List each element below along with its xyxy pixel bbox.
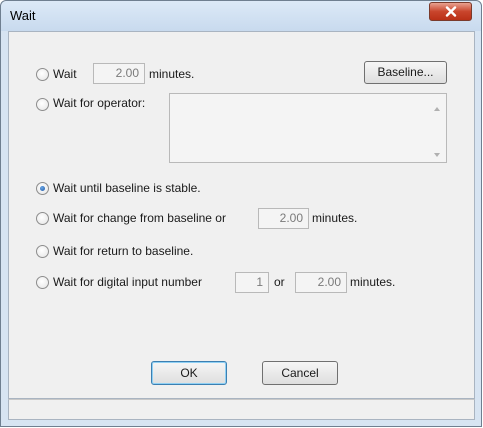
digital-or-label: or <box>274 275 285 289</box>
wait-operator-label: Wait for operator: <box>53 96 146 110</box>
ok-button[interactable]: OK <box>151 361 227 385</box>
close-icon <box>445 6 457 17</box>
wait-label: Wait <box>53 67 77 81</box>
scroll-down-arrow-icon[interactable] <box>434 153 440 157</box>
radio-wait-change[interactable] <box>36 212 49 225</box>
radio-wait-minutes[interactable] <box>36 68 49 81</box>
digital-minutes-input[interactable]: 2.00 <box>295 272 347 293</box>
scroll-up-arrow-icon[interactable] <box>434 107 440 111</box>
title-bar: Wait <box>1 1 481 31</box>
radio-wait-stable[interactable] <box>36 182 49 195</box>
wait-dialog: Wait Wait 2.00 minutes. Baseline... Wait… <box>0 0 482 427</box>
close-button[interactable] <box>429 2 472 21</box>
baseline-button[interactable]: Baseline... <box>364 61 447 84</box>
wait-minutes-input[interactable]: 2.00 <box>93 63 145 84</box>
wait-return-label: Wait for return to baseline. <box>53 244 194 258</box>
digital-input-number-field[interactable]: 1 <box>235 272 269 293</box>
wait-digital-label: Wait for digital input number <box>53 275 202 289</box>
digital-minutes-unit: minutes. <box>350 275 396 289</box>
radio-wait-digital[interactable] <box>36 276 49 289</box>
dialog-body: Wait 2.00 minutes. Baseline... Wait for … <box>8 31 475 399</box>
radio-wait-return[interactable] <box>36 245 49 258</box>
status-bar <box>8 399 475 420</box>
operator-message-textarea[interactable] <box>169 93 447 163</box>
wait-change-label: Wait for change from baseline or <box>53 211 226 225</box>
wait-minutes-unit: minutes. <box>149 67 195 81</box>
radio-wait-operator[interactable] <box>36 98 49 111</box>
change-minutes-input[interactable]: 2.00 <box>258 208 309 229</box>
cancel-button[interactable]: Cancel <box>262 361 338 385</box>
wait-stable-label: Wait until baseline is stable. <box>53 181 201 195</box>
window-title: Wait <box>10 8 36 23</box>
change-minutes-unit: minutes. <box>312 211 358 225</box>
